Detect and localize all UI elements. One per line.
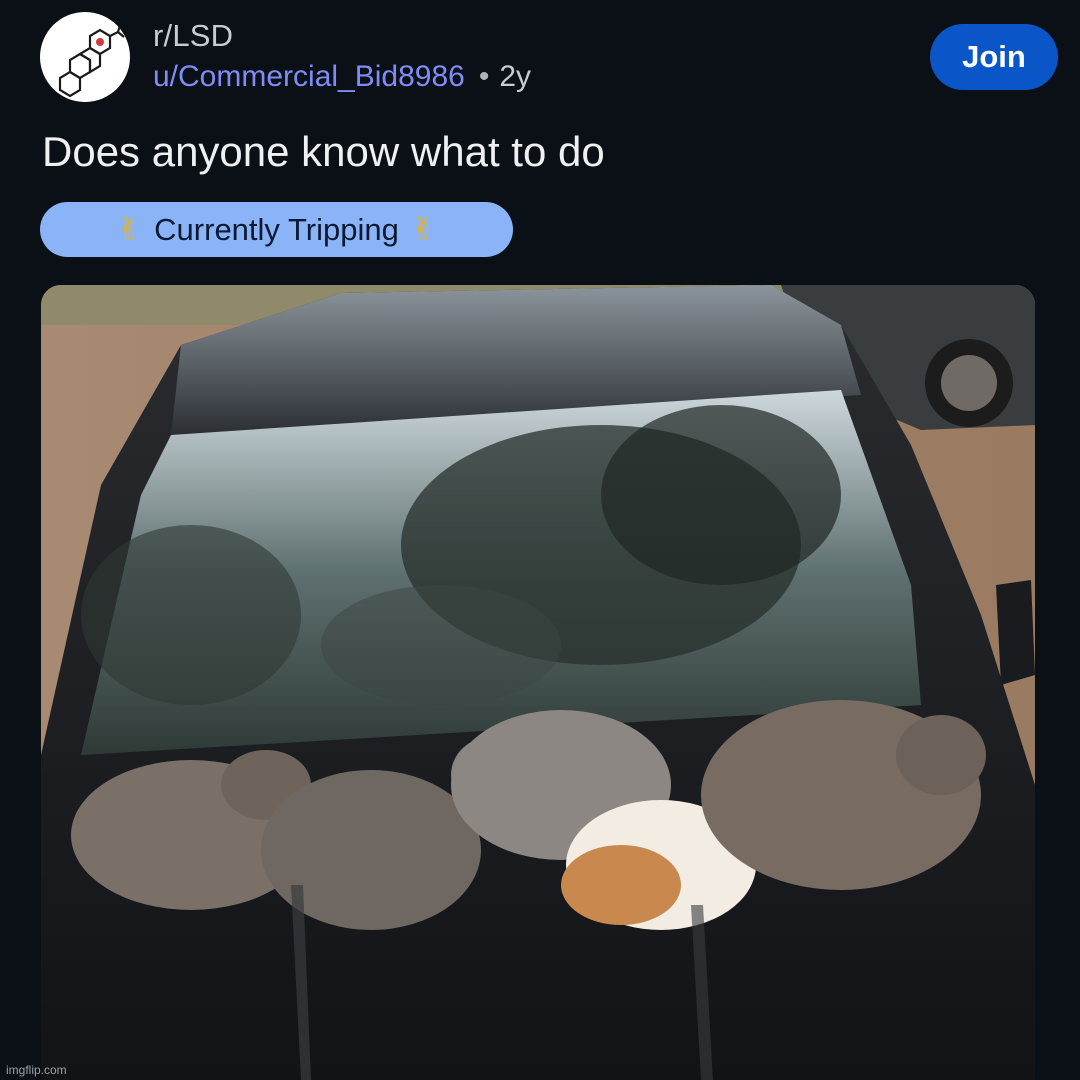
post-flair[interactable]: ✌ Currently Tripping ✌ xyxy=(40,202,513,257)
molecule-icon xyxy=(58,24,125,98)
watermark: imgflip.com xyxy=(6,1063,67,1077)
flair-label: Currently Tripping xyxy=(154,211,399,247)
post-meta: u/Commercial_Bid8986 • 2y xyxy=(153,60,531,94)
victory-hand-icon: ✌ xyxy=(410,213,436,246)
subreddit-name[interactable]: r/LSD xyxy=(153,18,233,54)
cats-on-car-photo xyxy=(41,285,1035,1080)
join-button[interactable]: Join xyxy=(930,24,1058,90)
post-age: 2y xyxy=(499,60,532,93)
victory-hand-icon: ✌ xyxy=(117,213,143,246)
subreddit-avatar[interactable] xyxy=(40,12,130,102)
meta-separator: • xyxy=(478,60,490,93)
post-author[interactable]: u/Commercial_Bid8986 xyxy=(153,60,465,93)
post-image[interactable] xyxy=(41,285,1035,1080)
post-title[interactable]: Does anyone know what to do xyxy=(42,128,605,176)
